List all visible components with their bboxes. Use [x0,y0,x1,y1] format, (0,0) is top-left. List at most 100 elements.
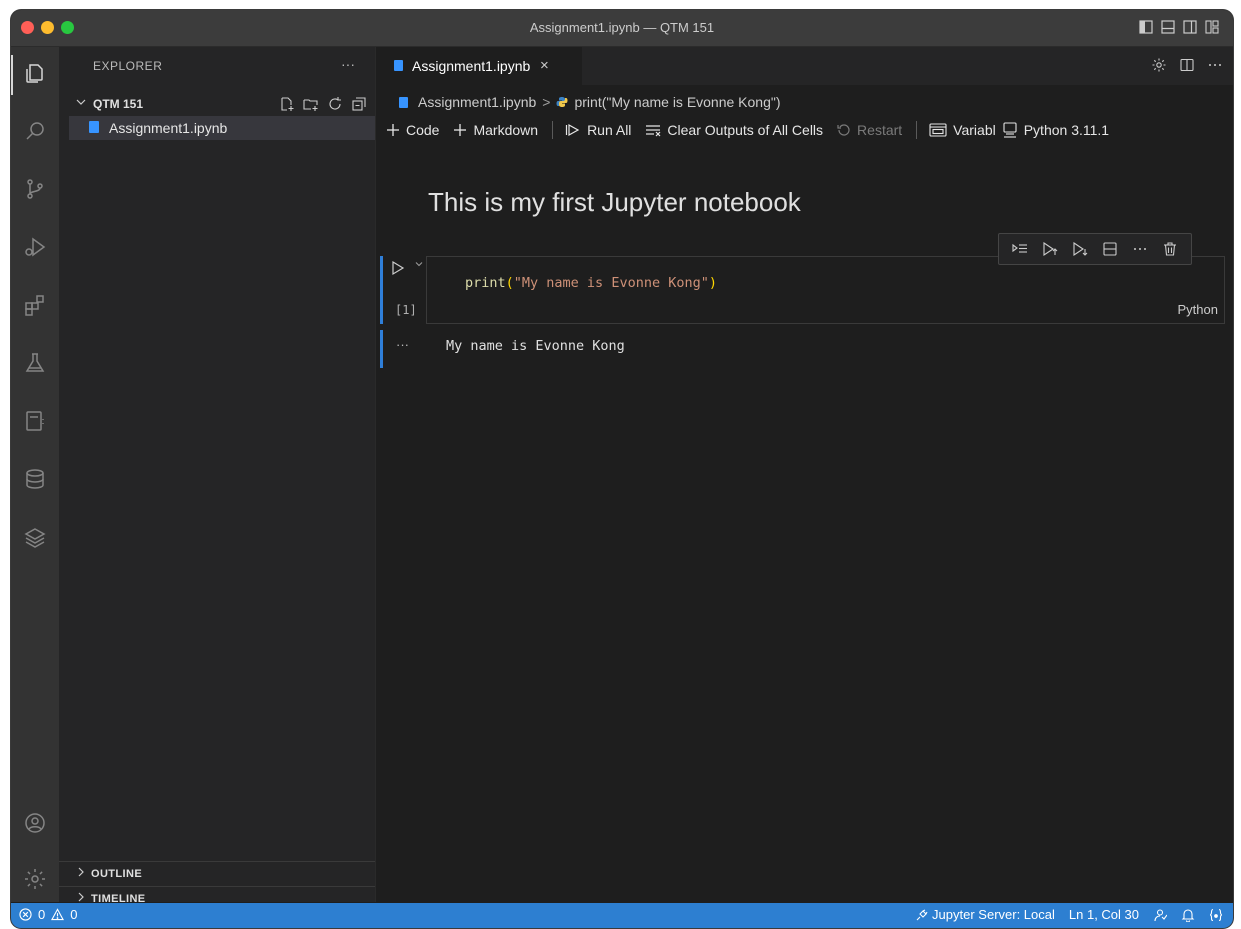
workspace-folder[interactable]: QTM 151 [59,93,375,115]
toolbar-divider [916,121,918,139]
python-icon [556,96,568,108]
tab-assignment1[interactable]: Assignment1.ipynb × [376,47,582,85]
collapse-all-icon[interactable] [351,96,367,112]
run-debug-icon[interactable] [23,235,47,259]
jupyter-server-status[interactable]: Jupyter Server: Local [916,907,1055,922]
account-icon[interactable] [23,811,47,835]
run-all-label: Run All [587,122,632,138]
outline-section-label: OUTLINE [91,868,143,880]
sidebar-more-actions[interactable]: ··· [341,56,355,72]
code-cell-editor[interactable]: print("My name is Evonne Kong") Python [426,256,1225,324]
add-code-cell-button[interactable]: Code [386,122,439,138]
notebook-file-icon [89,121,99,133]
layers-icon[interactable] [23,525,47,549]
notebook-file-icon [394,60,403,71]
chevron-right-icon [75,891,87,903]
editor-actions [1151,57,1223,73]
tab-label: Assignment1.ipynb [412,58,531,74]
breadcrumb-file[interactable]: Assignment1.ipynb [418,94,536,110]
feedback-icon[interactable] [1153,908,1167,922]
jupyter-icon[interactable] [23,409,47,433]
code-paren-open: ( [505,275,514,291]
jupyter-server-label: Jupyter Server: Local [932,907,1055,922]
folder-actions [279,96,367,112]
status-bar: 0 0 Jupyter Server: Local Ln 1, Col 30 [11,903,1233,928]
source-control-icon[interactable] [23,177,47,201]
toggle-panel-icon[interactable] [1161,20,1175,34]
folder-name: QTM 151 [93,97,144,111]
cell-toolbar [998,233,1192,265]
toggle-sidebar-icon[interactable] [1139,20,1153,34]
active-view-indicator [11,55,13,95]
problems-indicator[interactable]: 0 0 [19,907,77,922]
notifications-bell-icon[interactable] [1181,908,1195,922]
clear-outputs-button[interactable]: Clear Outputs of All Cells [645,122,823,138]
breadcrumb-separator: > [542,94,551,110]
plug-icon [916,909,928,920]
code-line[interactable]: print("My name is Evonne Kong") [465,275,717,291]
cursor-position[interactable]: Ln 1, Col 30 [1069,907,1139,922]
execute-below-icon[interactable] [1072,241,1088,257]
file-item-assignment1[interactable]: Assignment1.ipynb [69,116,375,140]
sidebar-title: EXPLORER [93,59,163,73]
refresh-icon[interactable] [327,96,343,112]
output-actions[interactable]: ··· [396,337,409,352]
extensions-icon[interactable] [23,293,47,317]
cell-language-picker[interactable]: Python [1178,302,1218,317]
cell-more-actions-icon[interactable] [1132,241,1148,257]
explorer-sidebar: EXPLORER ··· QTM 151 Assignment1.ipynb O… [59,47,376,905]
settings-gear-icon[interactable] [23,867,47,891]
clear-outputs-label: Clear Outputs of All Cells [667,122,824,138]
explorer-icon[interactable] [23,61,47,85]
close-tab-button[interactable]: × [540,57,549,74]
toggle-secondary-sidebar-icon[interactable] [1183,20,1197,34]
new-folder-icon[interactable] [303,96,319,112]
restart-kernel-button[interactable]: Restart [837,122,902,138]
breadcrumb: Assignment1.ipynb > print("My name is Ev… [399,92,781,112]
add-code-label: Code [406,122,440,138]
kernel-icon [1003,122,1017,138]
notebook-file-icon [399,96,408,108]
customize-layout-icon[interactable] [1205,20,1219,34]
error-icon [19,908,32,921]
testing-icon[interactable] [23,351,47,375]
split-cell-icon[interactable] [1102,241,1118,257]
title-bar: Assignment1.ipynb — QTM 151 [11,10,1233,47]
code-function: print [465,275,506,291]
output-focus-indicator [380,330,383,368]
plus-icon [454,124,467,136]
add-markdown-cell-button[interactable]: Markdown [453,122,538,138]
execute-cell-button[interactable] [391,260,405,276]
restart-label: Restart [857,122,903,138]
kernel-picker[interactable]: Python 3.11.1 [1002,122,1109,138]
timeline-section[interactable]: TIMELINE [59,886,375,905]
add-markdown-label: Markdown [473,122,539,138]
notebook-toolbar: Code Markdown Run All Clear Outputs of A… [386,117,1123,143]
toolbar-divider [552,121,554,139]
breadcrumb-symbol[interactable]: print("My name is Evonne Kong") [574,94,780,110]
cell-focus-indicator [380,256,383,324]
more-actions-icon[interactable] [1207,57,1223,73]
code-string: "My name is Evonne Kong" [513,275,709,291]
split-editor-icon[interactable] [1179,57,1195,73]
run-all-button[interactable]: Run All [565,122,631,138]
database-icon[interactable] [23,467,47,491]
warning-icon [51,908,65,921]
markdown-heading[interactable]: This is my first Jupyter notebook [428,187,801,218]
run-by-line-icon[interactable] [1012,241,1028,257]
run-all-icon [565,123,580,137]
kernel-label: Python 3.11.1 [1023,122,1110,138]
variables-button[interactable]: Variabl [929,122,996,138]
search-icon[interactable] [23,119,47,143]
play-icon [392,260,405,276]
new-file-icon[interactable] [279,96,295,112]
variables-icon [929,123,947,137]
copilot-braces-icon[interactable] [1209,908,1223,922]
notebook-settings-gear-icon[interactable] [1151,57,1167,73]
execute-options-chevron-icon[interactable] [414,259,424,269]
execute-above-icon[interactable] [1042,241,1058,257]
chevron-down-icon [75,96,87,108]
delete-cell-trash-icon[interactable] [1162,241,1178,257]
outline-section[interactable]: OUTLINE [59,861,375,886]
plus-icon [387,124,399,136]
